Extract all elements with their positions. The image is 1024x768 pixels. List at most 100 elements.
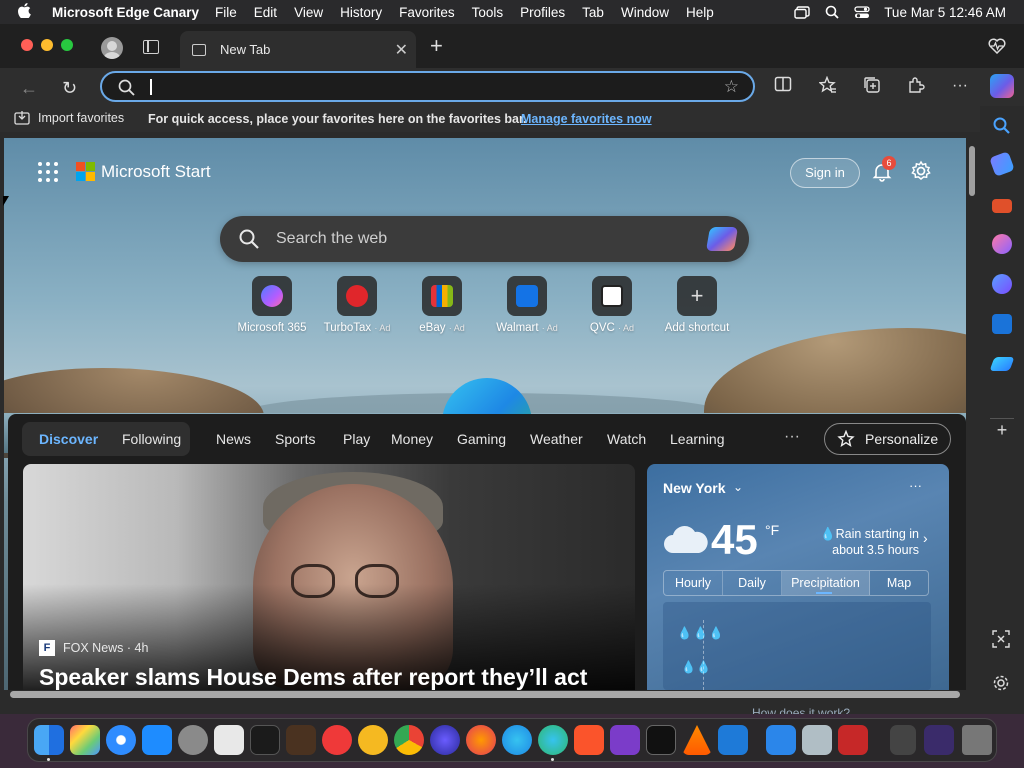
dock-downloads-icon[interactable] bbox=[802, 725, 832, 755]
weather-more-icon[interactable]: ··· bbox=[909, 478, 922, 493]
extensions-icon[interactable] bbox=[906, 76, 926, 96]
dock-chrome-icon[interactable] bbox=[394, 725, 424, 755]
weather-tab-precipitation[interactable]: Precipitation bbox=[782, 571, 870, 595]
menu-tools[interactable]: Tools bbox=[472, 5, 504, 20]
back-button[interactable]: ← bbox=[20, 78, 38, 99]
tab-money[interactable]: Money bbox=[391, 431, 433, 447]
dock-documents-icon[interactable] bbox=[838, 725, 868, 755]
address-bar[interactable]: ☆ bbox=[100, 71, 755, 102]
microsoft-start-brand[interactable]: Microsoft Start bbox=[101, 162, 211, 182]
tab-discover[interactable]: Discover bbox=[39, 431, 98, 447]
close-tab-icon[interactable]: ✕ bbox=[395, 40, 408, 60]
sidebar-drop-icon[interactable] bbox=[989, 357, 1015, 371]
shortcut-microsoft-365[interactable]: Microsoft 365 bbox=[227, 276, 317, 334]
menu-bar-clock[interactable]: Tue Mar 5 12:46 AM bbox=[884, 5, 1006, 20]
collections-icon[interactable] bbox=[862, 76, 882, 96]
app-name-menu[interactable]: Microsoft Edge Canary bbox=[52, 5, 199, 20]
vertical-scrollbar[interactable] bbox=[966, 138, 978, 690]
sidebar-games-icon[interactable] bbox=[992, 234, 1012, 254]
dock-safari-icon[interactable] bbox=[106, 725, 136, 755]
add-favorite-icon[interactable]: ☆ bbox=[724, 77, 739, 97]
menu-favorites[interactable]: Favorites bbox=[399, 5, 455, 20]
sidebar-shopping-icon[interactable] bbox=[989, 151, 1015, 177]
weather-unit[interactable]: °F bbox=[765, 522, 779, 538]
split-screen-icon[interactable] bbox=[773, 76, 793, 96]
copilot-icon[interactable] bbox=[990, 74, 1014, 98]
chevron-down-icon[interactable]: ⌄ bbox=[733, 480, 743, 494]
menu-edit[interactable]: Edit bbox=[254, 5, 277, 20]
sidebar-microsoft365-icon[interactable] bbox=[992, 274, 1012, 294]
dock-screenshot-icon[interactable] bbox=[890, 725, 916, 755]
horizontal-scrollbar[interactable] bbox=[4, 688, 966, 702]
tab-gaming[interactable]: Gaming bbox=[457, 431, 506, 447]
dock-firefox-icon[interactable] bbox=[466, 725, 496, 755]
horizontal-scroll-thumb[interactable] bbox=[10, 691, 960, 698]
control-center-icon[interactable] bbox=[854, 5, 870, 19]
tab-news[interactable]: News bbox=[216, 431, 251, 447]
dock-vscode-icon[interactable] bbox=[718, 725, 748, 755]
hero-headline[interactable]: Speaker slams House Dems after report th… bbox=[39, 664, 587, 690]
tab-watch[interactable]: Watch bbox=[607, 431, 646, 447]
favorites-icon[interactable] bbox=[818, 75, 838, 96]
dock-app-store-folder-icon[interactable] bbox=[766, 725, 796, 755]
sidebar-search-icon[interactable] bbox=[992, 116, 1012, 136]
menu-history[interactable]: History bbox=[340, 5, 382, 20]
tab-play[interactable]: Play bbox=[343, 431, 370, 447]
add-shortcut-button[interactable]: + Add shortcut bbox=[652, 276, 742, 334]
dock-edge-canary-icon[interactable] bbox=[538, 725, 568, 755]
dock-system-settings-icon[interactable] bbox=[178, 725, 208, 755]
menu-profiles[interactable]: Profiles bbox=[520, 5, 565, 20]
tab-learning[interactable]: Learning bbox=[670, 431, 725, 447]
weather-city[interactable]: New York bbox=[663, 480, 726, 496]
sidebar-settings-icon[interactable] bbox=[992, 674, 1012, 694]
close-window-button[interactable] bbox=[21, 39, 33, 51]
dock-window-thumbnail-icon[interactable] bbox=[924, 725, 954, 755]
weather-tab-map[interactable]: Map bbox=[870, 571, 928, 595]
dock-vlc-icon[interactable] bbox=[682, 725, 712, 755]
tab-actions-menu-icon[interactable] bbox=[143, 40, 159, 54]
apple-menu-icon[interactable] bbox=[18, 2, 38, 22]
forecast-arrow-icon[interactable]: › bbox=[923, 530, 928, 546]
sidebar-outlook-icon[interactable] bbox=[992, 314, 1012, 334]
shortcut-turbotax[interactable]: TurboTax · Ad bbox=[312, 276, 402, 334]
menu-help[interactable]: Help bbox=[686, 5, 714, 20]
dock-notes-icon[interactable] bbox=[214, 725, 244, 755]
tab-weather[interactable]: Weather bbox=[530, 431, 583, 447]
menu-file[interactable]: File bbox=[215, 5, 237, 20]
sidebar-tools-icon[interactable] bbox=[992, 199, 1012, 213]
feed-more-icon[interactable]: ··· bbox=[784, 428, 800, 446]
dock-vivaldi-icon[interactable] bbox=[322, 725, 352, 755]
app-launcher-icon[interactable] bbox=[38, 162, 58, 182]
hero-source[interactable]: F FOX News · 4h bbox=[39, 640, 148, 656]
hero-news-card[interactable]: F FOX News · 4h Speaker slams House Dems… bbox=[23, 464, 635, 690]
dock-firefox-nightly-icon[interactable] bbox=[430, 725, 460, 755]
zoom-window-button[interactable] bbox=[61, 39, 73, 51]
dock-chrome-canary-icon[interactable] bbox=[358, 725, 388, 755]
weather-tab-daily[interactable]: Daily bbox=[723, 571, 782, 595]
menu-window[interactable]: Window bbox=[621, 5, 669, 20]
weather-card[interactable]: New York ⌄ ··· 45 °F 💧Rain starting in a… bbox=[647, 464, 949, 690]
dock-trash-icon[interactable] bbox=[962, 725, 992, 755]
more-menu-icon[interactable]: ··· bbox=[950, 76, 970, 96]
dock-launchpad-icon[interactable] bbox=[70, 725, 100, 755]
menu-view[interactable]: View bbox=[294, 5, 323, 20]
personalize-button[interactable]: Personalize bbox=[824, 423, 951, 455]
shortcut-walmart[interactable]: Walmart · Ad bbox=[482, 276, 572, 334]
minimize-window-button[interactable] bbox=[41, 39, 53, 51]
web-search-box[interactable]: Search the web bbox=[220, 216, 749, 262]
dock-terminal-icon[interactable] bbox=[250, 725, 280, 755]
profile-avatar[interactable] bbox=[101, 37, 123, 59]
dock-brave-icon[interactable] bbox=[574, 725, 604, 755]
tab-following[interactable]: Following bbox=[122, 431, 181, 447]
dock-tor-icon[interactable] bbox=[610, 725, 640, 755]
dock-capcut-icon[interactable] bbox=[646, 725, 676, 755]
import-favorites-button[interactable]: Import favorites bbox=[14, 111, 124, 125]
reload-button[interactable]: ↻ bbox=[62, 78, 77, 99]
address-bar-text[interactable] bbox=[150, 79, 152, 95]
dock-edge-icon[interactable] bbox=[502, 725, 532, 755]
tab-new-tab[interactable]: New Tab ✕ bbox=[180, 31, 416, 68]
performance-heart-icon[interactable] bbox=[988, 38, 1006, 55]
sign-in-button[interactable]: Sign in bbox=[790, 158, 860, 188]
dock-garageband-icon[interactable] bbox=[286, 725, 316, 755]
vertical-scroll-thumb[interactable] bbox=[969, 146, 975, 196]
